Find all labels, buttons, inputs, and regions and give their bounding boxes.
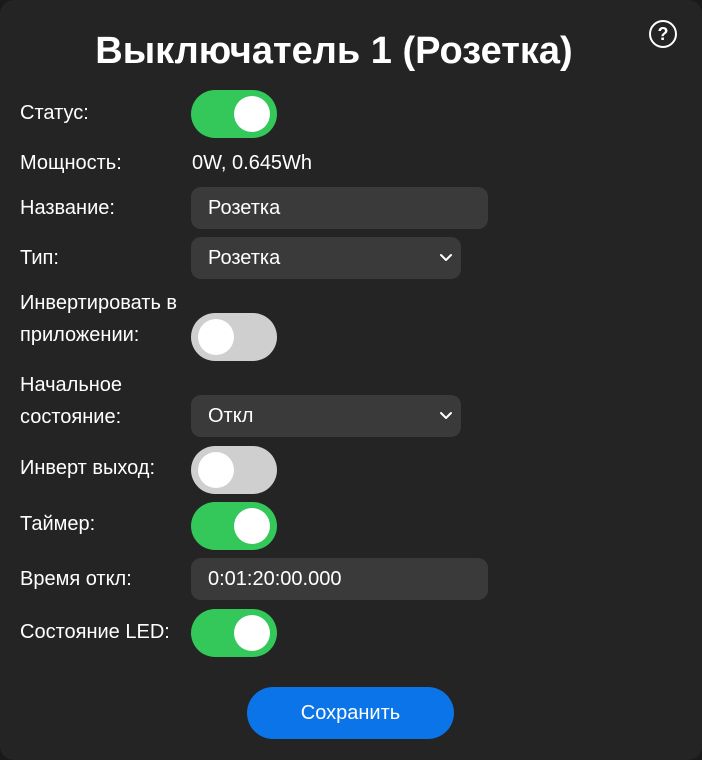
status-label: Статус:: [20, 102, 89, 124]
name-input-value: Розетка: [208, 197, 281, 219]
initial-state-label-line1: Начальное: [20, 374, 123, 396]
toggle-knob: [198, 319, 234, 355]
timer-label: Таймер:: [20, 513, 96, 535]
dialog-title: Выключатель 1 (Розетка): [95, 30, 573, 72]
off-time-input[interactable]: 0:01:20:00.000: [191, 558, 488, 600]
led-state-toggle[interactable]: [191, 609, 277, 657]
led-state-label: Состояние LED:: [20, 621, 170, 643]
chevron-down-icon: [440, 412, 452, 419]
name-input[interactable]: Розетка: [191, 187, 488, 229]
timer-toggle[interactable]: [191, 502, 277, 550]
type-select[interactable]: Розетка: [191, 237, 461, 279]
save-button[interactable]: Сохранить: [247, 687, 454, 739]
toggle-knob: [234, 508, 270, 544]
invert-app-toggle[interactable]: [191, 313, 277, 361]
initial-state-select-value: Откл: [208, 405, 254, 427]
type-label: Тип:: [20, 247, 59, 269]
invert-output-toggle[interactable]: [191, 446, 277, 494]
invert-output-label: Инверт выход:: [20, 457, 156, 479]
initial-state-label-line2: состояние:: [20, 406, 122, 428]
toggle-knob: [198, 452, 234, 488]
off-time-label: Время откл:: [20, 568, 132, 590]
initial-state-select[interactable]: Откл: [191, 395, 461, 437]
toggle-knob: [234, 615, 270, 651]
off-time-input-value: 0:01:20:00.000: [208, 568, 342, 590]
power-value: 0W, 0.645Wh: [192, 152, 313, 174]
power-label: Мощность:: [20, 152, 122, 174]
invert-app-label-line2: приложении:: [20, 324, 140, 346]
toggle-knob: [234, 96, 270, 132]
type-select-value: Розетка: [208, 247, 281, 269]
settings-dialog: ? Выключатель 1 (Розетка) Статус: Мощнос…: [0, 0, 702, 760]
status-toggle[interactable]: [191, 90, 277, 138]
invert-app-label-line1: Инвертировать в: [20, 292, 178, 314]
name-label: Название:: [20, 197, 115, 219]
chevron-down-icon: [440, 254, 452, 261]
